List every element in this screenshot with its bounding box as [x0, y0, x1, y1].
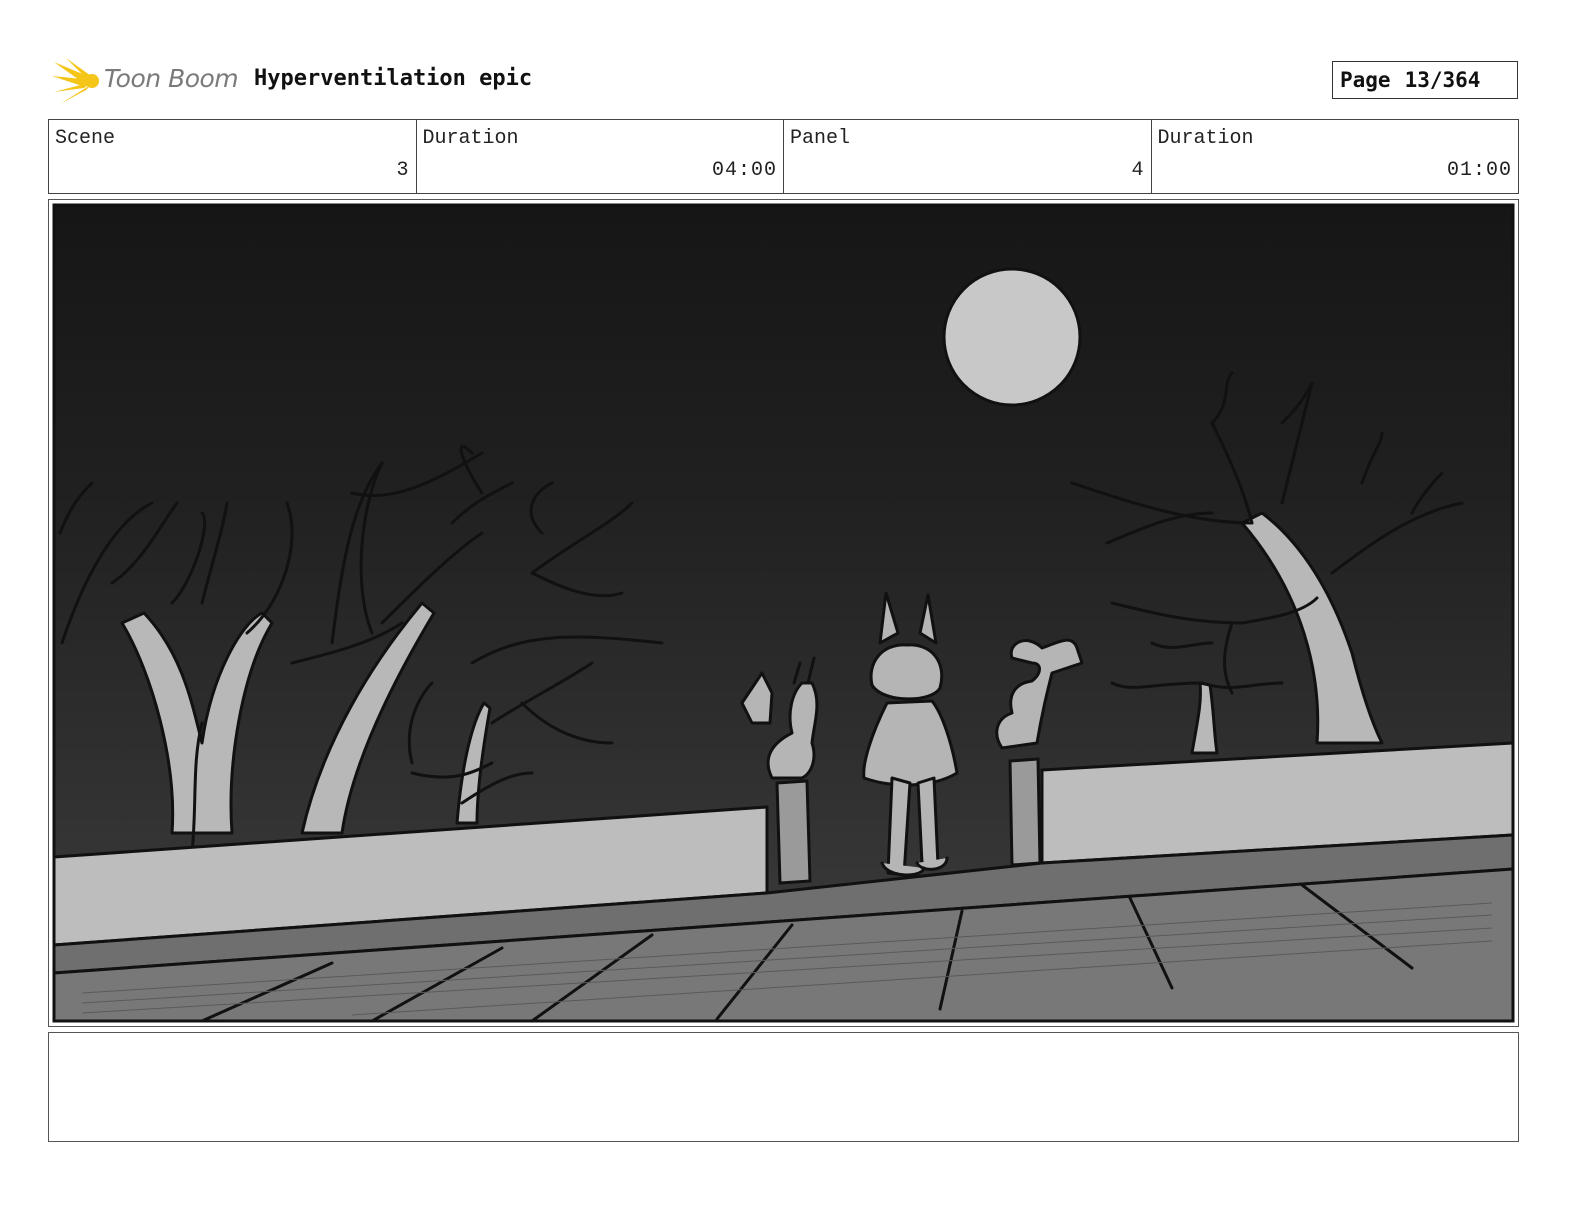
storyboard-panel [48, 199, 1519, 1027]
moon [942, 267, 1082, 407]
scene-value: 3 [396, 159, 410, 182]
panel-duration-label: Duration [1157, 127, 1254, 150]
scene-info-table: Scene 3 Duration 04:00 Panel 4 Duration … [48, 119, 1519, 194]
scene-cell: Scene 3 [49, 120, 417, 193]
panel-drawing [52, 203, 1515, 1023]
panel-label: Panel [790, 127, 851, 150]
page-number: 13/364 [1404, 68, 1481, 92]
scene-duration-value: 04:00 [711, 159, 777, 182]
panel-value: 4 [1131, 159, 1145, 182]
brand-name: Toon Boom [104, 64, 239, 93]
panel-notes-box [48, 1032, 1519, 1142]
page-indicator: Page 13/364 [1332, 61, 1518, 99]
panel-duration-cell: Duration 01:00 [1152, 120, 1519, 193]
page-label: Page [1340, 68, 1391, 92]
toon-boom-logo: Toon Boom [52, 56, 242, 108]
scene-duration-cell: Duration 04:00 [417, 120, 784, 193]
scene-label: Scene [55, 127, 116, 150]
panel-duration-value: 01:00 [1446, 159, 1512, 182]
project-title: Hyperventilation epic [254, 66, 533, 91]
scene-duration-label: Duration [422, 127, 519, 150]
toon-boom-burst-icon [52, 58, 99, 104]
panel-cell: Panel 4 [784, 120, 1152, 193]
